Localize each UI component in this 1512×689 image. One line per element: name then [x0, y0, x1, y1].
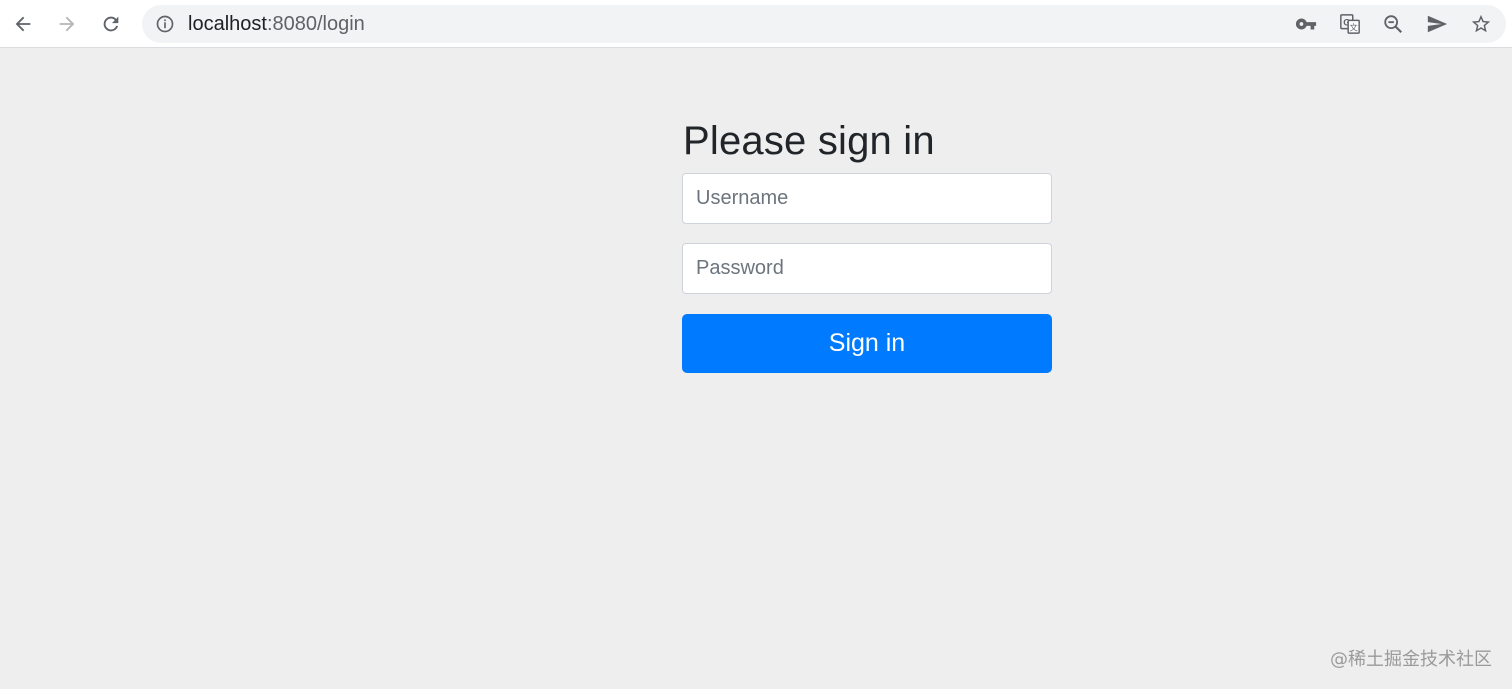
sign-in-button[interactable]: Sign in: [682, 314, 1052, 373]
bookmark-star-icon[interactable]: [1469, 12, 1493, 36]
watermark: @稀土掘金技术社区: [1330, 649, 1492, 670]
url-host: localhost: [188, 13, 267, 35]
address-bar[interactable]: localhost:8080/login G文: [142, 5, 1506, 43]
username-input[interactable]: [682, 173, 1052, 224]
reload-button[interactable]: [95, 8, 127, 40]
translate-icon[interactable]: G文: [1338, 12, 1362, 36]
password-input[interactable]: [682, 243, 1052, 294]
reload-icon: [103, 16, 119, 32]
forward-button[interactable]: [51, 8, 83, 40]
forward-icon: [59, 16, 75, 32]
login-form: Please sign in Sign in: [682, 118, 1052, 373]
key-icon[interactable]: [1294, 12, 1318, 36]
zoom-out-icon[interactable]: [1381, 12, 1405, 36]
browser-toolbar: localhost:8080/login G文: [0, 0, 1512, 48]
svg-text:文: 文: [1350, 22, 1358, 32]
info-icon[interactable]: [154, 13, 176, 35]
send-icon[interactable]: [1425, 12, 1449, 36]
back-icon: [15, 16, 31, 32]
page-title: Please sign in: [683, 119, 935, 163]
back-button[interactable]: [7, 8, 39, 40]
url-path: :8080/login: [266, 13, 365, 35]
url-text[interactable]: localhost:8080/login: [188, 13, 365, 35]
